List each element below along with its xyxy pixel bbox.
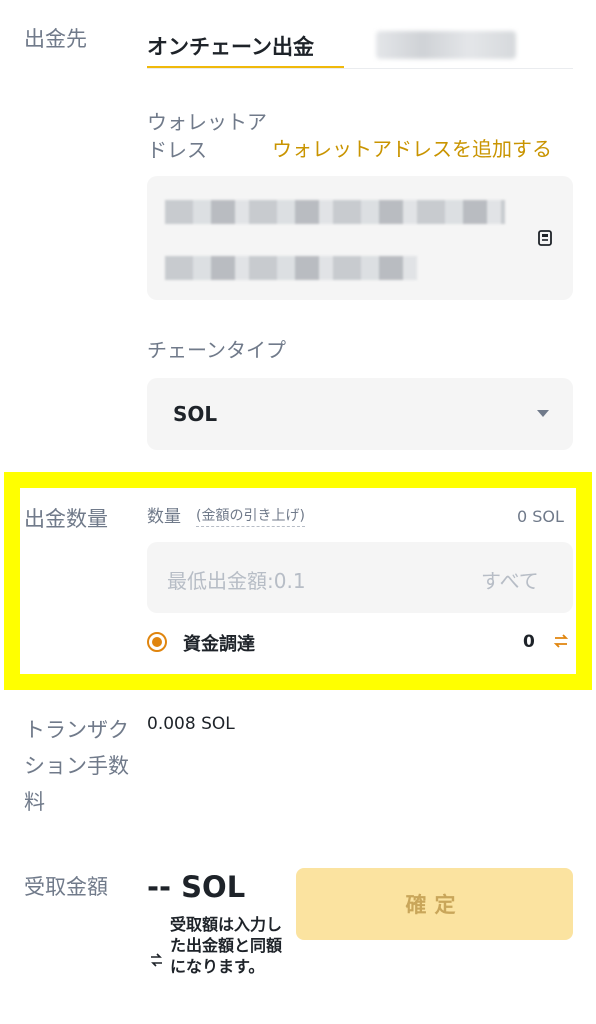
destination-label: 出金先 (24, 27, 87, 51)
fee-label: トランザクション手数料 (24, 718, 129, 814)
amount-input[interactable]: 最低出金額:0.1 すべて (147, 542, 573, 613)
amount-label: 数量 (147, 507, 181, 527)
add-wallet-link[interactable]: ウォレットアドレスを追加する (272, 133, 552, 162)
funding-radio[interactable] (147, 632, 167, 652)
funding-radio-dot (152, 637, 162, 647)
chain-type-select[interactable]: SOL (147, 378, 573, 450)
confirm-button[interactable]: 確定 (296, 868, 573, 940)
receive-amount-value: -- SOL (147, 870, 246, 904)
amount-section-label: 出金数量 (24, 507, 108, 531)
wallet-address-label: ウォレットアドレス (147, 110, 267, 162)
funding-value: 0 (523, 632, 535, 652)
raise-limit-link[interactable]: (金額の引き上げ) (196, 505, 305, 527)
wallet-address-line-1-blurred (165, 200, 505, 224)
wallet-address-line-2-blurred (165, 256, 417, 280)
available-balance: 0 SOL (517, 507, 564, 526)
wallet-address-input[interactable] (147, 176, 573, 300)
receive-amount-label: 受取金額 (24, 875, 108, 899)
tab-divider (147, 68, 573, 69)
receive-amount-note: 受取額は入力した出金額と同額になります。 (170, 915, 283, 976)
address-book-icon[interactable] (536, 229, 554, 247)
tab-internal-transfer-blurred[interactable] (376, 31, 516, 59)
chevron-down-icon (537, 410, 549, 417)
tab-onchain[interactable]: オンチェーン出金 (147, 31, 314, 61)
transfer-swap-icon[interactable] (552, 632, 570, 650)
chain-type-value: SOL (173, 402, 218, 426)
max-all-button[interactable]: すべて (481, 565, 539, 594)
funding-label: 資金調達 (183, 634, 255, 655)
amount-input-placeholder: 最低出金額:0.1 (167, 569, 306, 593)
fee-value: 0.008 SOL (147, 714, 235, 734)
swap-arrows-icon (151, 953, 162, 967)
chain-type-label: チェーンタイプ (147, 338, 286, 362)
